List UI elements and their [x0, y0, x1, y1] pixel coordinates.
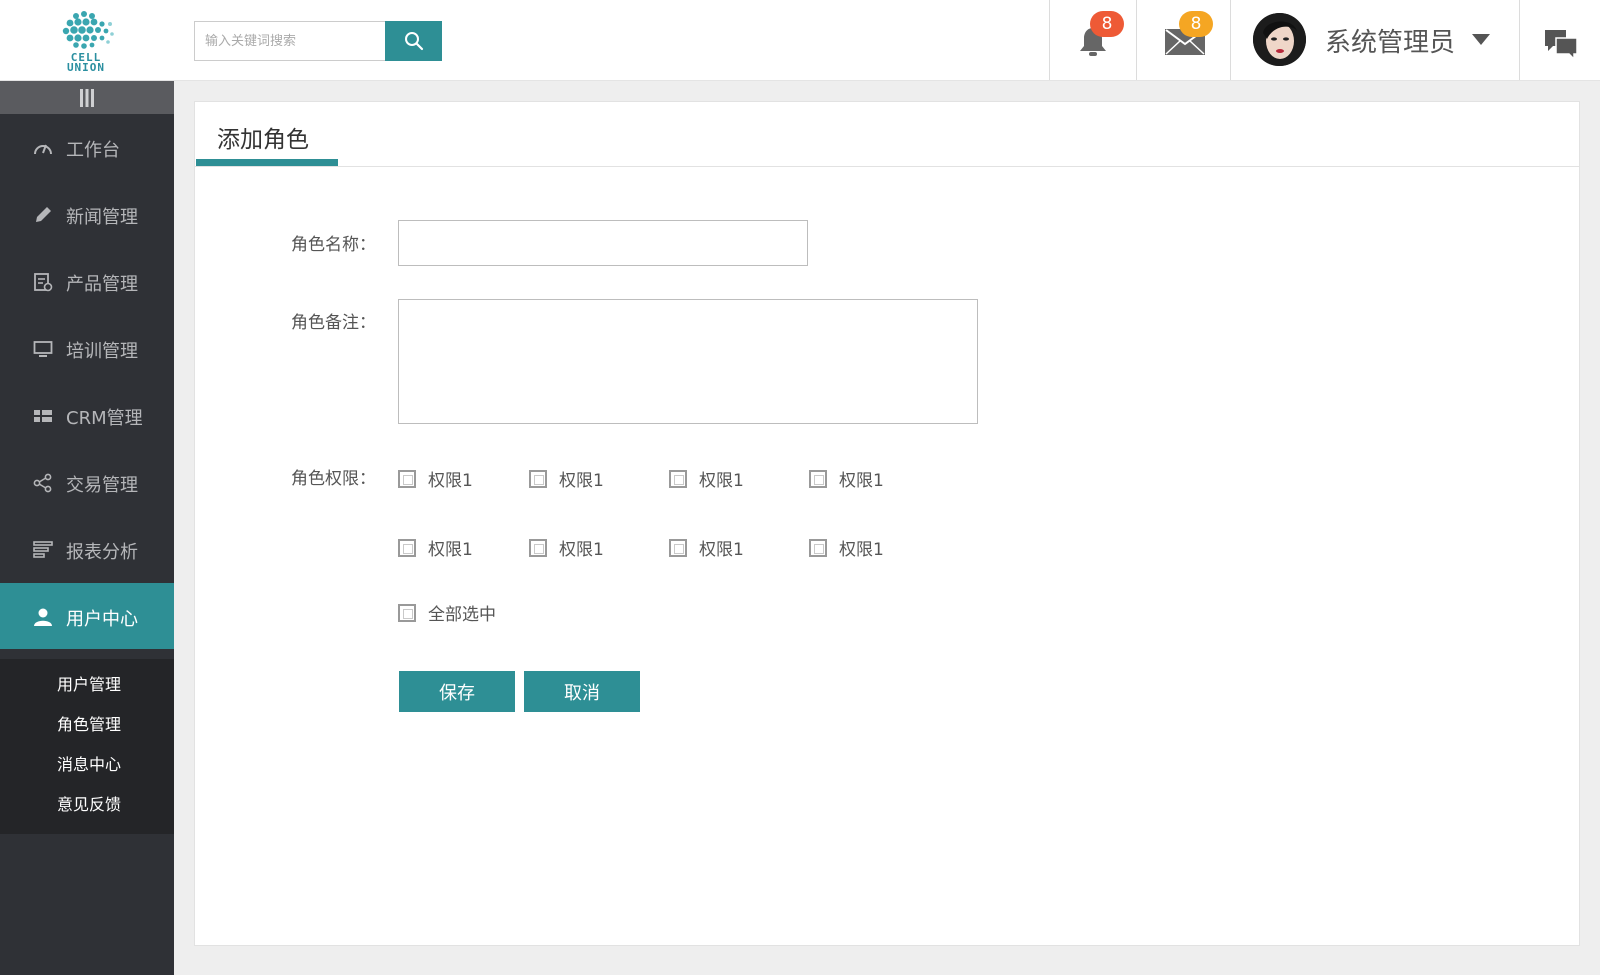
sidebar-item-label: 用户中心 — [66, 609, 138, 630]
user-menu[interactable]: 系统管理员 — [1230, 0, 1520, 80]
permission-checkbox[interactable]: 权限1 — [809, 466, 884, 491]
permission-checkbox[interactable]: 权限1 — [669, 466, 744, 491]
checkbox-box[interactable] — [398, 538, 416, 557]
role-name-input[interactable] — [398, 220, 808, 266]
submenu-item-feedback[interactable]: 意见反馈 — [57, 791, 121, 815]
chevron-down-icon[interactable] — [1472, 34, 1490, 45]
collapse-icon — [80, 88, 94, 107]
permission-label: 权限1 — [699, 540, 744, 560]
sidebar-item-label: 交易管理 — [66, 475, 138, 496]
gauge-icon — [34, 144, 52, 155]
share-icon — [33, 473, 52, 493]
pencil-icon — [36, 207, 51, 222]
search-bar — [194, 21, 442, 61]
sidebar-item-label: CRM管理 — [66, 408, 143, 429]
notifications-button[interactable]: 8 — [1049, 0, 1137, 80]
checkbox-box[interactable] — [809, 538, 827, 557]
sidebar-item-training[interactable]: 培训管理 — [0, 315, 174, 381]
sidebar-item-label: 产品管理 — [66, 274, 138, 295]
chat-button[interactable] — [1519, 0, 1600, 80]
permission-label: 权限1 — [839, 471, 884, 491]
submenu-item-message-center[interactable]: 消息中心 — [57, 751, 121, 775]
sidebar: 工作台 新闻管理 产品管理 培训管理 CRM管理 交易管理 报表分析 用户中心 … — [0, 81, 174, 975]
grid-icon — [34, 410, 52, 422]
sidebar-item-label: 报表分析 — [66, 542, 138, 563]
checkbox-box[interactable] — [669, 538, 687, 557]
role-note-textarea[interactable] — [398, 299, 978, 424]
permission-label: 权限1 — [428, 471, 473, 491]
sidebar-toggle[interactable] — [0, 81, 174, 114]
permission-label: 权限1 — [559, 471, 604, 491]
sidebar-item-news[interactable]: 新闻管理 — [0, 181, 174, 247]
permission-label: 权限1 — [699, 471, 744, 491]
select-all-checkbox[interactable]: 全部选中 — [398, 600, 496, 625]
permission-label: 权限1 — [839, 540, 884, 560]
sidebar-item-crm[interactable]: CRM管理 — [0, 382, 174, 448]
checkbox-box[interactable] — [529, 538, 547, 557]
sidebar-item-user-center[interactable]: 用户中心 — [0, 583, 174, 649]
checkbox-box[interactable] — [529, 469, 547, 488]
sidebar-item-workbench[interactable]: 工作台 — [0, 114, 174, 180]
notification-count-badge: 8 — [1090, 11, 1124, 37]
role-name-label: 角色名称： — [291, 235, 376, 255]
title-underline — [196, 159, 338, 166]
search-icon — [404, 32, 423, 51]
permission-checkbox[interactable]: 权限1 — [529, 466, 604, 491]
permission-checkbox[interactable]: 权限1 — [669, 535, 744, 560]
sidebar-item-label: 新闻管理 — [66, 207, 138, 228]
sidebar-item-reports[interactable]: 报表分析 — [0, 516, 174, 582]
cancel-button[interactable]: 取消 — [524, 671, 640, 712]
panel-header: 添加角色 — [195, 102, 1579, 167]
select-all-label: 全部选中 — [428, 605, 496, 625]
user-icon — [34, 608, 52, 626]
checkbox-box[interactable] — [398, 603, 416, 622]
sidebar-item-products[interactable]: 产品管理 — [0, 248, 174, 314]
user-center-submenu: 用户管理 角色管理 消息中心 意见反馈 — [0, 659, 174, 834]
permission-label: 权限1 — [559, 540, 604, 560]
submenu-item-role-management[interactable]: 角色管理 — [57, 711, 121, 735]
top-header: CELL UNION 8 8 — [0, 0, 1600, 81]
search-input[interactable] — [194, 21, 386, 61]
product-icon — [34, 273, 53, 292]
sidebar-item-label: 培训管理 — [66, 341, 138, 362]
permission-checkbox[interactable]: 权限1 — [398, 535, 473, 560]
checkbox-box[interactable] — [398, 469, 416, 488]
monitor-icon — [33, 341, 53, 357]
report-icon — [33, 541, 53, 558]
add-role-panel: 添加角色 角色名称： 角色备注： 角色权限： 权限1 权限1 权限1 权限1 权… — [194, 101, 1580, 946]
page-title: 添加角色 — [217, 127, 309, 153]
permission-checkbox[interactable]: 权限1 — [809, 535, 884, 560]
message-count-badge: 8 — [1179, 11, 1213, 37]
checkbox-box[interactable] — [809, 469, 827, 488]
role-permissions-label: 角色权限： — [291, 469, 376, 489]
permission-label: 权限1 — [428, 540, 473, 560]
permission-checkbox[interactable]: 权限1 — [398, 466, 473, 491]
sidebar-item-trade[interactable]: 交易管理 — [0, 449, 174, 515]
messages-button[interactable]: 8 — [1136, 0, 1230, 80]
checkbox-box[interactable] — [669, 469, 687, 488]
chat-icon — [1545, 30, 1578, 60]
avatar[interactable] — [1253, 13, 1306, 66]
save-button[interactable]: 保存 — [399, 671, 515, 712]
user-name: 系统管理员 — [1325, 28, 1456, 58]
role-note-label: 角色备注： — [291, 313, 376, 333]
sidebar-item-label: 工作台 — [66, 140, 120, 161]
submenu-item-user-management[interactable]: 用户管理 — [57, 671, 121, 695]
permission-checkbox[interactable]: 权限1 — [529, 535, 604, 560]
search-button[interactable] — [385, 21, 442, 61]
logo-text: CELL UNION — [66, 51, 106, 74]
